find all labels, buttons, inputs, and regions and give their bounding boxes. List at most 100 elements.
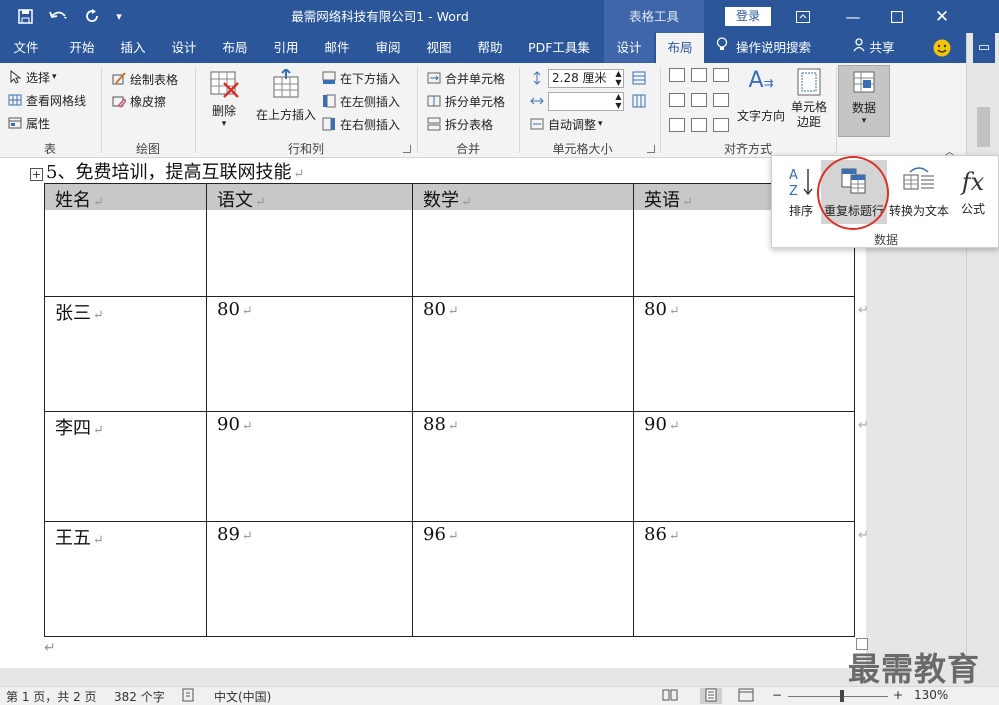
table-cell[interactable]: 96 ↵ <box>412 521 634 637</box>
web-layout-icon[interactable] <box>738 688 754 705</box>
document-page: + 5、免费培训，提高互联网技能 ↵ 姓名 ↵ 语文 ↵ 数学 ↵ 英语 ↵ 张三 ↵ 80… <box>0 158 869 668</box>
select-button[interactable]: 选择 ▾ <box>8 67 57 87</box>
row-height-input[interactable]: 2.28 厘米 <box>548 68 624 88</box>
zoom-out-icon[interactable]: − <box>772 688 782 702</box>
merge-cells-button[interactable]: 合并单元格 <box>427 68 505 88</box>
insert-right-button[interactable]: 在右侧插入 <box>322 114 400 134</box>
table-header-cell[interactable]: 数学 ↵ <box>412 183 634 297</box>
cell-margins-button[interactable]: 单元格 边距 <box>786 67 832 130</box>
ribbon-display-icon[interactable] <box>785 0 821 33</box>
vertical-scrollbar[interactable]: ▭ <box>966 33 999 668</box>
undo-icon[interactable] <box>42 0 76 33</box>
save-icon[interactable] <box>10 0 40 33</box>
formula-button[interactable]: fx 公式 <box>952 160 994 224</box>
smiley-feedback-icon[interactable] <box>928 33 956 63</box>
distribute-rows-button[interactable] <box>632 68 650 88</box>
eraser-button[interactable]: 橡皮擦 <box>112 91 166 111</box>
tab-view[interactable]: 视图 <box>414 33 464 63</box>
align-top-center-icon[interactable] <box>691 68 707 82</box>
table-cell[interactable]: 90 ↵ <box>206 411 413 522</box>
page-count[interactable]: 第 1 页，共 2 页 <box>6 688 97 705</box>
table-cell[interactable]: 88 ↵ <box>412 411 634 522</box>
maximize-icon[interactable] <box>877 0 917 33</box>
minimize-icon[interactable]: — <box>833 0 873 33</box>
convert-to-text-button[interactable]: 转换为文本 <box>888 160 950 224</box>
document-heading: 5、免费培训，提高互联网技能 ↵ <box>46 162 305 183</box>
customize-qat-icon[interactable]: ▾ <box>108 0 130 33</box>
table-cell[interactable]: 89 ↵ <box>206 521 413 637</box>
split-table-button[interactable]: 拆分表格 <box>427 114 493 134</box>
distribute-columns-button[interactable] <box>632 91 650 111</box>
tab-references[interactable]: 引用 <box>260 33 312 63</box>
tab-mailings[interactable]: 邮件 <box>312 33 362 63</box>
view-gridlines-button[interactable]: 查看网格线 <box>8 90 86 110</box>
proofing-icon[interactable] <box>182 688 196 705</box>
align-bottom-center-icon[interactable] <box>691 118 707 132</box>
table-header-cell[interactable]: 语文 ↵ <box>206 183 413 297</box>
tell-me-search[interactable]: 操作说明搜索 <box>716 33 826 63</box>
tab-design[interactable]: 设计 <box>158 33 210 63</box>
zoom-slider-thumb[interactable] <box>840 690 844 702</box>
table-header-cell[interactable]: 姓名 ↵ <box>44 183 207 297</box>
tab-table-layout[interactable]: 布局 <box>656 33 704 63</box>
login-button[interactable]: 登录 <box>725 7 771 26</box>
read-mode-icon[interactable] <box>662 688 678 705</box>
insert-above-button[interactable]: 在上方插入 <box>253 67 319 123</box>
language-indicator[interactable]: 中文(中国) <box>214 688 271 705</box>
table-cell[interactable]: 80 ↵ <box>633 296 855 412</box>
zoom-level[interactable]: 130% <box>914 688 948 702</box>
align-middle-center-icon[interactable] <box>691 93 707 107</box>
close-icon[interactable]: ✕ <box>922 0 962 33</box>
table-cell[interactable]: 80 ↵ <box>206 296 413 412</box>
autofit-button[interactable]: 自动调整 ▾ <box>530 114 603 134</box>
scrollbar-thumb[interactable] <box>977 107 990 147</box>
table-cell[interactable]: 90 ↵ <box>633 411 855 522</box>
redo-icon[interactable] <box>80 0 104 33</box>
tab-table-design[interactable]: 设计 <box>604 33 654 63</box>
zoom-in-icon[interactable]: + <box>893 688 903 702</box>
align-bottom-right-icon[interactable] <box>713 118 729 132</box>
tab-help[interactable]: 帮助 <box>464 33 516 63</box>
zoom-slider-track[interactable] <box>788 696 888 697</box>
align-top-left-icon[interactable] <box>669 68 685 82</box>
tab-home[interactable]: 开始 <box>56 33 108 63</box>
grades-table[interactable]: 姓名 ↵ 语文 ↵ 数学 ↵ 英语 ↵ 张三 ↵ 80 ↵ 80 ↵ 80 ↵ 李四 ↵ 90 ↵ … <box>44 183 855 637</box>
share-button[interactable]: 共享 <box>848 33 900 63</box>
table-cell[interactable]: 李四 ↵ <box>44 411 207 522</box>
split-cells-button[interactable]: 拆分单元格 <box>427 91 505 111</box>
properties-button[interactable]: 属性 <box>8 113 50 133</box>
print-layout-icon[interactable] <box>700 688 722 704</box>
draw-table-button[interactable]: 绘制表格 <box>112 69 178 89</box>
table-cell[interactable]: 80 ↵ <box>412 296 634 412</box>
tab-file[interactable]: 文件 <box>0 33 52 63</box>
align-middle-left-icon[interactable] <box>669 93 685 107</box>
align-top-right-icon[interactable] <box>713 68 729 82</box>
rows-columns-launcher-icon[interactable] <box>403 145 411 153</box>
table-move-handle-icon[interactable]: + <box>30 168 43 181</box>
cell-size-launcher-icon[interactable] <box>647 145 655 153</box>
row-height-spinner[interactable]: ▲ ▼ <box>614 69 623 87</box>
align-middle-right-icon[interactable] <box>713 93 729 107</box>
sort-button[interactable]: AZ 排序 <box>782 160 820 224</box>
table-cell[interactable]: 86 ↵ <box>633 521 855 637</box>
column-width-spinner[interactable]: ▲ ▼ <box>614 92 623 110</box>
data-icon <box>839 70 889 97</box>
insert-below-button[interactable]: 在下方插入 <box>322 68 400 88</box>
column-width-input[interactable] <box>548 91 624 111</box>
insert-left-button[interactable]: 在左侧插入 <box>322 91 400 111</box>
watermark-logo: 最需教育 <box>848 650 981 688</box>
tab-layout[interactable]: 布局 <box>210 33 260 63</box>
table-tools-context-label: 表格工具 <box>604 0 704 33</box>
tab-review[interactable]: 审阅 <box>362 33 414 63</box>
text-direction-button[interactable]: A⇉ 文字方向 <box>735 67 787 124</box>
tab-pdf-tools[interactable]: PDF工具集 <box>518 33 600 63</box>
tab-insert[interactable]: 插入 <box>108 33 158 63</box>
table-cell[interactable]: 张三 ↵ <box>44 296 207 412</box>
word-count[interactable]: 382 个字 <box>114 688 165 705</box>
delete-button[interactable]: 删除 ▾ <box>204 69 244 129</box>
table-cell[interactable]: 王五 ↵ <box>44 521 207 637</box>
align-bottom-left-icon[interactable] <box>669 118 685 132</box>
data-button[interactable]: 数据 ▾ <box>838 65 890 137</box>
group-label-cell-size: 单元格大小 <box>552 142 613 156</box>
ribbon-options-icon[interactable]: ▭ <box>973 33 995 63</box>
